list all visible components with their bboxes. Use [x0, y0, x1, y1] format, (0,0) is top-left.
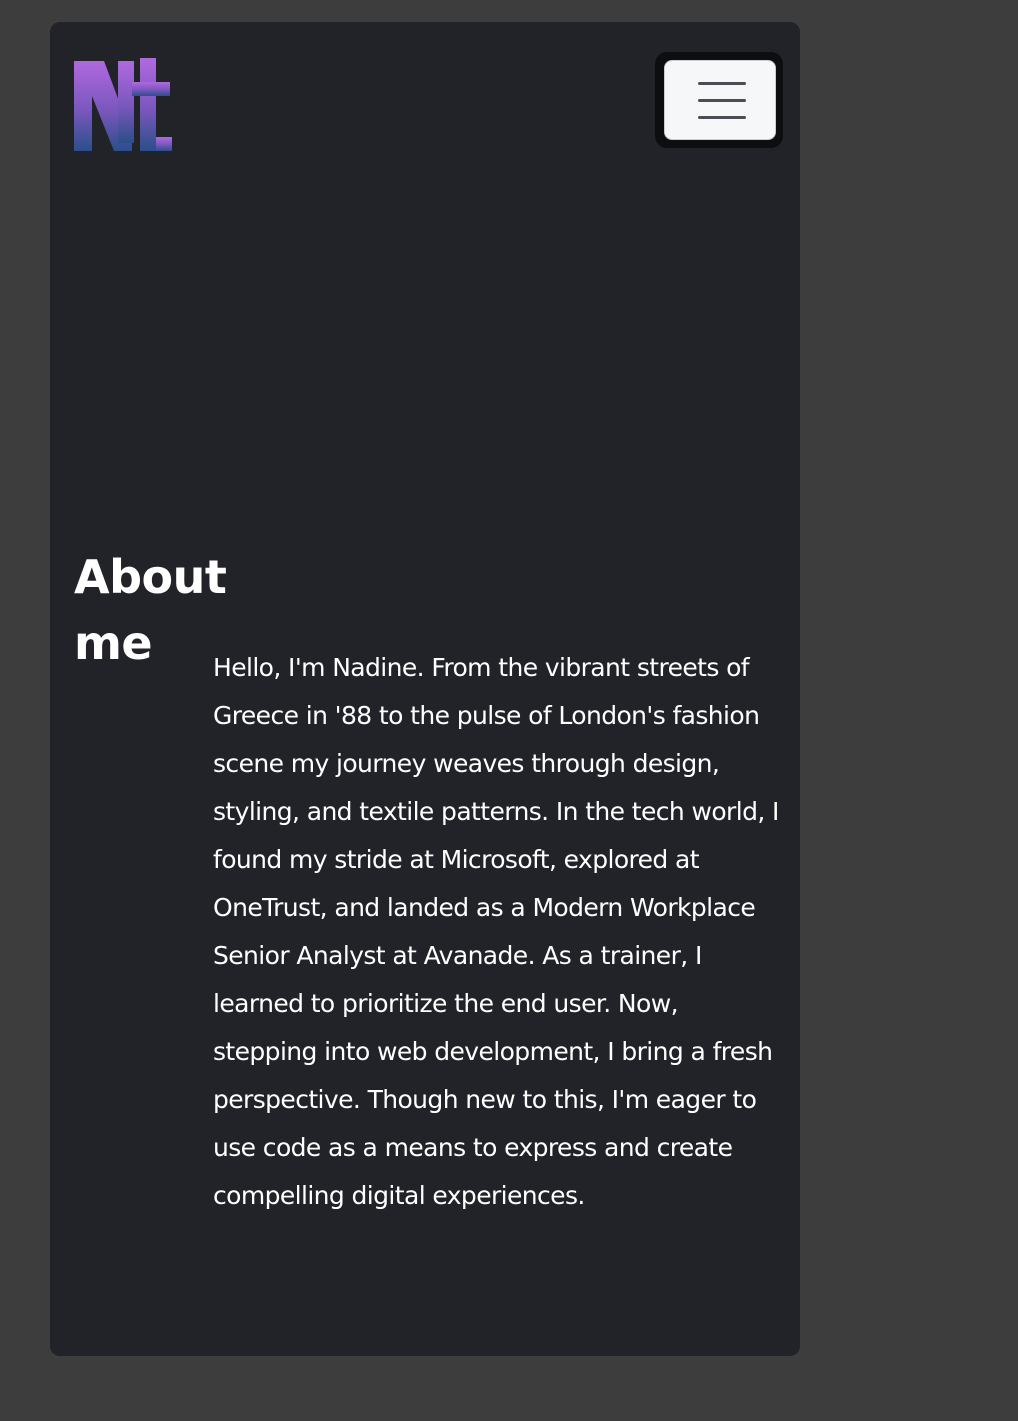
- hamburger-menu-icon-bar: [698, 99, 746, 102]
- hamburger-menu-icon: [698, 82, 746, 85]
- hamburger-menu-button[interactable]: [664, 60, 776, 140]
- hamburger-menu-icon-bar: [698, 116, 746, 119]
- nt-logo-mark: [74, 58, 172, 151]
- nt-logo[interactable]: [74, 58, 174, 154]
- portfolio-card: About me Hello, I'm Nadine. From the vib…: [50, 22, 800, 1356]
- about-heading: About me: [74, 550, 227, 670]
- about-text: Hello, I'm Nadine. From the vibrant stre…: [213, 653, 779, 1210]
